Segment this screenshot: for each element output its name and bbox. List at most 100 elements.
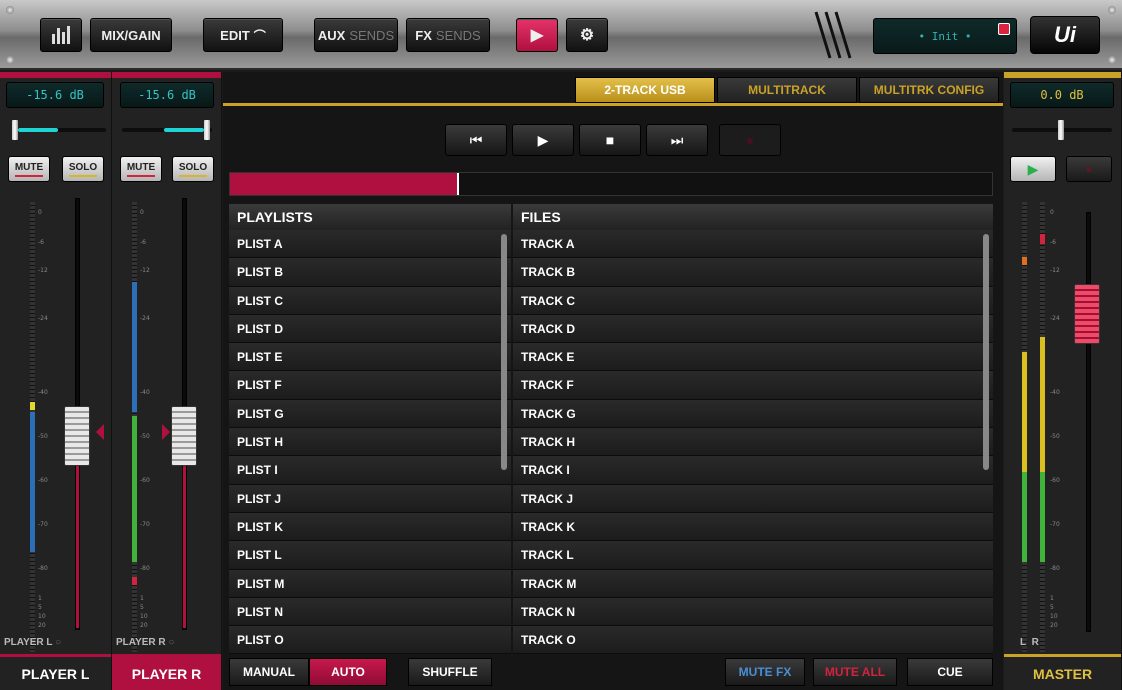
play-icon: ▶ <box>537 131 549 148</box>
play-button[interactable]: ▶ <box>512 124 574 156</box>
slash-logo-decoration <box>812 10 856 60</box>
tab-multitrack[interactable]: MULTITRACK <box>717 77 857 103</box>
previous-button[interactable]: ⏮ <box>445 124 507 156</box>
media-player-panel: 2-TRACK USB MULTITRACK MULTITRK CONFIG ⏮… <box>223 72 1003 690</box>
channel-strip-player-r: -15.6 dB MUTE SOLO 0 -6 -12 -24 -40 -50 -60 -70… <box>112 72 222 690</box>
files-scrollbar[interactable] <box>983 234 989 470</box>
master-gain-display[interactable]: 0.0 dB <box>1010 82 1114 108</box>
tab-2-track-usb[interactable]: 2-TRACK USB <box>575 77 715 103</box>
cue-button[interactable]: CUE <box>907 658 993 686</box>
file-item[interactable]: TRACK F <box>513 371 993 400</box>
fader-handle[interactable] <box>64 406 90 466</box>
channel-name[interactable]: PLAYER L <box>0 654 111 690</box>
master-play-button[interactable]: ▶ <box>1010 156 1056 182</box>
playlist-item[interactable]: PLIST B <box>229 258 511 287</box>
file-item[interactable]: TRACK M <box>513 569 993 598</box>
playlist-item[interactable]: PLIST A <box>229 230 511 259</box>
master-record-button[interactable]: ● <box>1066 156 1112 182</box>
mute-button[interactable]: MUTE <box>8 156 50 182</box>
fader-level <box>183 450 186 628</box>
playlist-item[interactable]: PLIST L <box>229 541 511 570</box>
meter-scale: 0 -6 -12 -24 -40 -50 -60 -70 -80 1 5 10 20 <box>140 209 150 629</box>
file-item[interactable]: TRACK A <box>513 230 993 259</box>
file-item[interactable]: TRACK E <box>513 343 993 372</box>
file-item[interactable]: TRACK K <box>513 512 993 542</box>
playlist-item[interactable]: PLIST D <box>229 314 511 344</box>
aux-sends-button[interactable]: AUX SENDS <box>314 18 398 52</box>
solo-button[interactable]: SOLO <box>62 156 104 182</box>
edit-button[interactable]: EDIT ⌒ <box>203 18 283 52</box>
fx-sends-button[interactable]: FX SENDS <box>406 18 490 52</box>
tab-multitrk-config[interactable]: MULTITRK CONFIG <box>859 77 999 103</box>
mute-button[interactable]: MUTE <box>120 156 162 182</box>
record-button[interactable]: ● <box>719 124 781 156</box>
level-meter <box>30 202 35 652</box>
file-item[interactable]: TRACK O <box>513 626 993 655</box>
media-player-button[interactable]: ▶ <box>516 18 558 52</box>
pan-knob[interactable] <box>204 120 210 140</box>
file-item[interactable]: TRACK G <box>513 399 993 429</box>
ui-logo: Ui <box>1030 16 1100 54</box>
playlist-item[interactable]: PLIST O <box>229 626 511 655</box>
gain-display[interactable]: -15.6 dB <box>6 82 104 108</box>
playlist-item[interactable]: PLIST C <box>229 286 511 315</box>
playlist-item[interactable]: PLIST M <box>229 569 511 598</box>
shuffle-mode-button[interactable]: SHUFFLE <box>408 658 492 686</box>
file-item[interactable]: TRACK B <box>513 258 993 287</box>
screw-decoration <box>1108 56 1116 64</box>
meter-lr-labels: L R <box>1020 637 1039 648</box>
tab-underline <box>223 103 1003 106</box>
playlist-item[interactable]: PLIST J <box>229 484 511 513</box>
master-color-bar <box>1004 72 1121 78</box>
mixer-view-button[interactable] <box>40 18 82 52</box>
manual-mode-button[interactable]: MANUAL <box>229 658 309 686</box>
record-icon: ● <box>1085 162 1093 176</box>
file-item[interactable]: TRACK L <box>513 541 993 570</box>
status-display[interactable]: • Init • <box>873 18 1017 54</box>
level-meter <box>132 202 137 652</box>
file-item[interactable]: TRACK C <box>513 286 993 315</box>
playlists-scrollbar[interactable] <box>501 234 507 470</box>
stop-button[interactable]: ■ <box>579 124 641 156</box>
screw-decoration <box>1108 6 1116 14</box>
master-fader-track[interactable] <box>1086 212 1091 632</box>
file-item[interactable]: TRACK N <box>513 597 993 627</box>
master-name[interactable]: MASTER <box>1004 654 1121 690</box>
master-balance-knob[interactable] <box>1058 120 1064 140</box>
file-item[interactable]: TRACK D <box>513 314 993 344</box>
auto-mode-button[interactable]: AUTO <box>309 658 387 686</box>
playlist-item[interactable]: PLIST N <box>229 597 511 627</box>
gain-display[interactable]: -15.6 dB <box>120 82 214 108</box>
track-progress-bar[interactable] <box>229 172 993 196</box>
mute-all-button[interactable]: MUTE ALL <box>813 658 897 686</box>
mute-fx-button[interactable]: MUTE FX <box>725 658 805 686</box>
mix-gain-button[interactable]: MIX/GAIN <box>90 18 172 52</box>
file-item[interactable]: TRACK I <box>513 456 993 485</box>
next-button[interactable]: ⏭ <box>646 124 708 156</box>
playlist-item[interactable]: PLIST H <box>229 428 511 457</box>
playlist-item[interactable]: PLIST E <box>229 343 511 372</box>
solo-button[interactable]: SOLO <box>172 156 214 182</box>
fader-handle[interactable] <box>171 406 197 466</box>
master-fader-handle[interactable] <box>1074 284 1100 344</box>
playlist-item[interactable]: PLIST I <box>229 456 511 485</box>
playlist-item[interactable]: PLIST K <box>229 512 511 542</box>
settings-button[interactable]: ⚙ <box>566 18 608 52</box>
stop-icon: ■ <box>605 132 615 148</box>
master-meter-left <box>1022 202 1027 652</box>
pan-knob[interactable] <box>12 120 18 140</box>
screw-decoration <box>6 56 14 64</box>
file-item[interactable]: TRACK H <box>513 428 993 457</box>
playlist-item[interactable]: PLIST F <box>229 371 511 400</box>
playlist-item[interactable]: PLIST G <box>229 399 511 429</box>
channel-color-bar <box>0 72 111 78</box>
level-marker-icon <box>96 424 104 440</box>
top-toolbar: MIX/GAIN EDIT ⌒ AUX SENDS FX SENDS ▶ ⚙ • I… <box>0 0 1122 70</box>
pan-fill <box>164 128 204 132</box>
pan-fill <box>18 128 58 132</box>
file-item[interactable]: TRACK J <box>513 484 993 513</box>
channel-strip-player-l: -15.6 dB MUTE SOLO 0 -6 -12 -24 -40 -50 -60 -70… <box>0 72 112 690</box>
screw-decoration <box>6 6 14 14</box>
playlists-list: PLIST A PLIST B PLIST C PLIST D PLIST E PLIST… <box>229 230 511 655</box>
channel-name[interactable]: PLAYER R <box>112 654 221 690</box>
